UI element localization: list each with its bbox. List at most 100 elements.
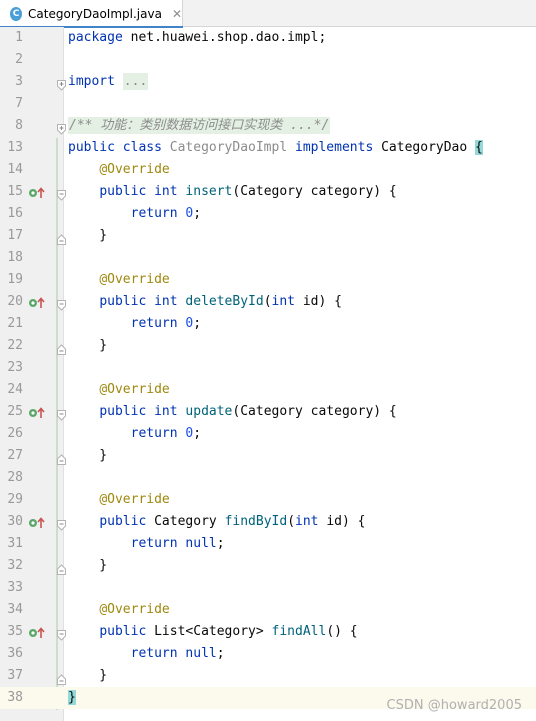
line-number: 20 bbox=[7, 294, 23, 309]
code-line[interactable]: 24 @Override bbox=[0, 379, 536, 401]
code-line[interactable]: 32 } bbox=[0, 555, 536, 577]
editor-tab-bar: C CategoryDaoImpl.java ✕ bbox=[0, 0, 536, 28]
fold-end-icon[interactable] bbox=[57, 450, 66, 465]
implements-method-icon[interactable] bbox=[28, 405, 46, 419]
line-number: 37 bbox=[7, 668, 23, 683]
code-text: } bbox=[68, 690, 76, 705]
code-line[interactable]: 20 public int deleteById(int id) { bbox=[0, 291, 536, 313]
code-line[interactable]: 28 bbox=[0, 467, 536, 489]
code-line[interactable]: 1 package net.huawei.shop.dao.impl; bbox=[0, 27, 536, 49]
line-number: 17 bbox=[7, 228, 23, 243]
code-line[interactable]: 30 public Category findById(int id) { bbox=[0, 511, 536, 533]
code-line[interactable]: 18 bbox=[0, 247, 536, 269]
code-line[interactable]: 31 return null; bbox=[0, 533, 536, 555]
line-number: 22 bbox=[7, 338, 23, 353]
code-line[interactable]: 34 @Override bbox=[0, 599, 536, 621]
fold-icon[interactable] bbox=[57, 516, 66, 531]
line-number: 25 bbox=[7, 404, 23, 419]
line-number: 28 bbox=[7, 470, 23, 485]
implements-method-icon[interactable] bbox=[28, 295, 46, 309]
close-icon[interactable]: ✕ bbox=[172, 7, 182, 21]
code-text: @Override bbox=[99, 602, 170, 617]
code-line[interactable]: 26 return 0; bbox=[0, 423, 536, 445]
code-text: @Override bbox=[99, 162, 170, 177]
implements-method-icon[interactable] bbox=[28, 185, 46, 199]
code-text: /** 功能：类别数据访问接口实现类 ...*/ bbox=[68, 117, 331, 134]
fold-icon[interactable] bbox=[57, 186, 66, 201]
line-number: 16 bbox=[7, 206, 23, 221]
code-text: return null; bbox=[130, 536, 225, 551]
code-line[interactable]: 15 public int insert(Category category) … bbox=[0, 181, 536, 203]
fold-end-icon[interactable] bbox=[57, 230, 66, 245]
line-number: 24 bbox=[7, 382, 23, 397]
fold-icon[interactable] bbox=[57, 76, 66, 91]
fold-icon[interactable] bbox=[57, 296, 66, 311]
code-text: public class CategoryDaoImpl implements … bbox=[68, 140, 483, 155]
code-line[interactable]: 2 bbox=[0, 49, 536, 71]
line-number: 8 bbox=[15, 118, 23, 133]
line-number: 19 bbox=[7, 272, 23, 287]
code-line[interactable]: 35 public List<Category> findAll() { bbox=[0, 621, 536, 643]
code-text: return 0; bbox=[130, 316, 202, 331]
code-text: return null; bbox=[130, 646, 225, 661]
fold-icon[interactable] bbox=[57, 406, 66, 421]
line-number: 14 bbox=[7, 162, 23, 177]
code-text: public int deleteById(int id) { bbox=[99, 294, 342, 309]
code-line[interactable]: 25 public int update(Category category) … bbox=[0, 401, 536, 423]
code-text: public List<Category> findAll() { bbox=[99, 624, 358, 639]
code-line[interactable]: 21 return 0; bbox=[0, 313, 536, 335]
line-number: 13 bbox=[7, 140, 23, 155]
line-number: 31 bbox=[7, 536, 23, 551]
code-text: } bbox=[68, 558, 108, 573]
code-text: } bbox=[68, 338, 108, 353]
fold-end-icon[interactable] bbox=[57, 340, 66, 355]
implements-method-icon[interactable] bbox=[28, 625, 46, 639]
tab-categorydaoimpl[interactable]: C CategoryDaoImpl.java ✕ bbox=[0, 0, 183, 28]
line-number: 34 bbox=[7, 602, 23, 617]
line-number: 23 bbox=[7, 360, 23, 375]
code-text: } bbox=[68, 228, 108, 243]
code-text: @Override bbox=[99, 382, 170, 397]
code-line[interactable]: 7 bbox=[0, 93, 536, 115]
tab-label: CategoryDaoImpl.java bbox=[28, 6, 162, 21]
code-line[interactable]: 29 @Override bbox=[0, 489, 536, 511]
code-text: import ... bbox=[68, 73, 149, 90]
code-line[interactable]: 8 /** 功能：类别数据访问接口实现类 ...*/ bbox=[0, 115, 536, 137]
code-text: package net.huawei.shop.dao.impl; bbox=[68, 30, 327, 45]
code-text: } bbox=[68, 668, 108, 683]
code-line[interactable]: 14 @Override bbox=[0, 159, 536, 181]
line-number: 21 bbox=[7, 316, 23, 331]
fold-end-icon[interactable] bbox=[57, 670, 66, 685]
implements-method-icon[interactable] bbox=[28, 515, 46, 529]
line-number: 26 bbox=[7, 426, 23, 441]
code-text: @Override bbox=[99, 272, 170, 287]
code-line[interactable]: 33 bbox=[0, 577, 536, 599]
code-text: return 0; bbox=[130, 426, 202, 441]
fold-end-icon[interactable] bbox=[57, 560, 66, 575]
code-line[interactable]: 37 } bbox=[0, 665, 536, 687]
code-line[interactable]: 17 } bbox=[0, 225, 536, 247]
line-number: 1 bbox=[15, 30, 23, 45]
code-line[interactable]: 22 } bbox=[0, 335, 536, 357]
line-number: 35 bbox=[7, 624, 23, 639]
line-number: 2 bbox=[15, 52, 23, 67]
fold-icon[interactable] bbox=[57, 626, 66, 641]
code-text: public Category findById(int id) { bbox=[99, 514, 366, 529]
line-number: 3 bbox=[15, 74, 23, 89]
line-number: 7 bbox=[15, 96, 23, 111]
code-line[interactable]: 3 import ... bbox=[0, 71, 536, 93]
code-line[interactable]: 27 } bbox=[0, 445, 536, 467]
code-line[interactable]: 36 return null; bbox=[0, 643, 536, 665]
code-line[interactable]: 19 @Override bbox=[0, 269, 536, 291]
line-number: 36 bbox=[7, 646, 23, 661]
line-number: 38 bbox=[7, 690, 23, 705]
code-line[interactable]: 13 public class CategoryDaoImpl implement… bbox=[0, 137, 536, 159]
code-line[interactable]: 23 bbox=[0, 357, 536, 379]
line-number: 30 bbox=[7, 514, 23, 529]
code-line[interactable]: 16 return 0; bbox=[0, 203, 536, 225]
line-number: 29 bbox=[7, 492, 23, 507]
fold-icon[interactable] bbox=[57, 120, 66, 135]
line-number: 32 bbox=[7, 558, 23, 573]
line-number: 15 bbox=[7, 184, 23, 199]
line-number: 27 bbox=[7, 448, 23, 463]
